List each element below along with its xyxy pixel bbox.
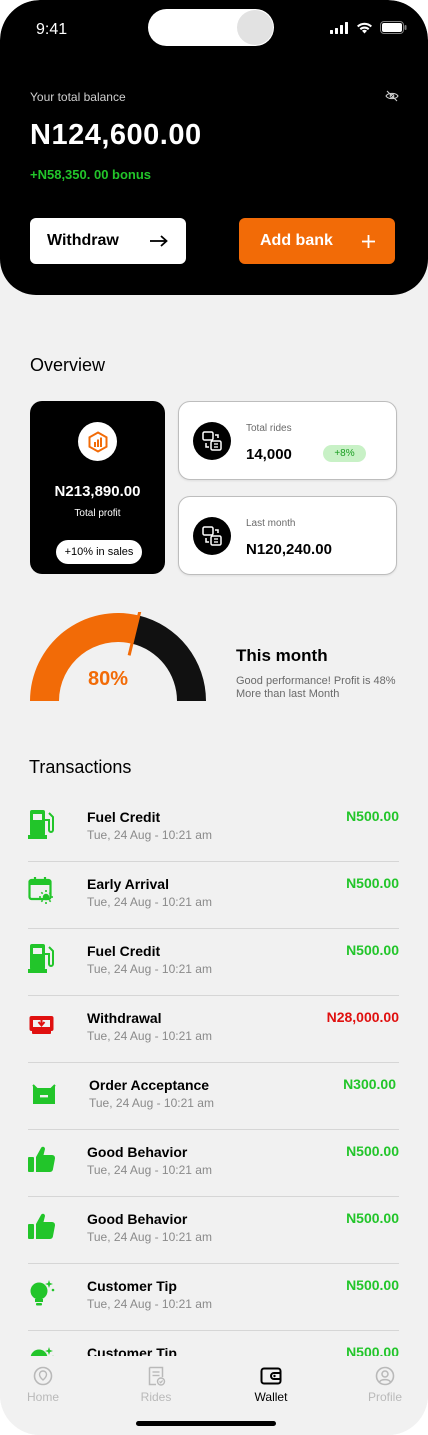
phone-screen: 9:41 Your total balance N124,600.00 +N58… (0, 0, 428, 1435)
withdraw-button[interactable]: Withdraw (30, 218, 186, 264)
status-time: 9:41 (36, 21, 68, 38)
gauge-track (131, 615, 206, 701)
last-month-label: Last month (246, 518, 296, 529)
plus-icon (362, 234, 375, 248)
home-indicator (136, 1421, 276, 1426)
transaction-date: Tue, 24 Aug - 10:21 am (87, 1230, 212, 1244)
nav-wallet-label: Wallet (254, 1390, 288, 1404)
balance-header: 9:41 Your total balance N124,600.00 +N58… (0, 0, 428, 295)
gauge-percent: 80% (88, 668, 129, 690)
rides-growth-badge: +8% (323, 445, 366, 462)
rides-icon (193, 517, 231, 555)
transaction-date: Tue, 24 Aug - 10:21 am (89, 1096, 214, 1110)
nav-home[interactable]: Home (8, 1366, 78, 1404)
transaction-amount: N500.00 (346, 1143, 399, 1159)
transactions-list: Fuel Credit Tue, 24 Aug - 10:21 am N500.00… (28, 795, 399, 1398)
total-rides-card[interactable]: Total rides 14,000 +8% (178, 401, 397, 480)
transaction-title: Fuel Credit (87, 809, 161, 825)
hide-balance-icon[interactable] (385, 90, 399, 102)
rides-icon (193, 422, 231, 460)
nav-profile-label: Profile (367, 1390, 402, 1404)
transaction-amount: N500.00 (346, 875, 399, 891)
transaction-row[interactable]: Order Acceptance Tue, 24 Aug - 10:21 am N3… (28, 1063, 399, 1130)
transaction-date: Tue, 24 Aug - 10:21 am (87, 962, 212, 976)
transaction-amount: N500.00 (346, 808, 399, 824)
add-bank-button[interactable]: Add bank (239, 218, 395, 264)
transaction-amount: N28,000.00 (326, 1009, 399, 1025)
transaction-title: Good Behavior (87, 1144, 188, 1160)
cash-out-icon (28, 1009, 56, 1041)
signal-icon (330, 21, 348, 34)
last-month-value: N120,240.00 (246, 541, 332, 558)
transaction-row[interactable]: Customer Tip Tue, 24 Aug - 10:21 am N500.0… (28, 1264, 399, 1331)
transaction-row[interactable]: Withdrawal Tue, 24 Aug - 10:21 am N28,000.… (28, 996, 399, 1063)
this-month-description: Good performance! Profit is 48% More tha… (236, 675, 396, 700)
total-rides-label: Total rides (246, 423, 292, 434)
transaction-date: Tue, 24 Aug - 10:21 am (87, 1029, 212, 1043)
transaction-title: Fuel Credit (87, 943, 161, 959)
fuel-pump-icon (28, 808, 56, 840)
transaction-amount: N300.00 (343, 1076, 396, 1092)
total-rides-value: 14,000 (246, 446, 292, 463)
wallet-icon (260, 1367, 282, 1385)
battery-icon (380, 21, 407, 34)
total-profit-value: N213,890.00 (54, 483, 141, 500)
lightbulb-icon (28, 1277, 56, 1309)
camera-dot (237, 10, 273, 45)
calendar-sun-icon (28, 875, 56, 907)
transaction-title: Good Behavior (87, 1211, 188, 1227)
dynamic-island (148, 9, 274, 46)
nav-wallet[interactable]: Wallet (236, 1366, 306, 1404)
thumbs-up-icon (28, 1143, 56, 1175)
transaction-row[interactable]: Fuel Credit Tue, 24 Aug - 10:21 am N500.00 (28, 929, 399, 996)
this-month-title: This month (236, 646, 328, 665)
transaction-amount: N500.00 (346, 942, 399, 958)
thumbs-up-icon (28, 1210, 56, 1242)
transaction-title: Early Arrival (87, 876, 169, 892)
bonus-amount: +N58,350. 00 bonus (30, 167, 152, 182)
profile-icon (375, 1366, 395, 1386)
transactions-title: Transactions (29, 757, 132, 777)
transaction-date: Tue, 24 Aug - 10:21 am (87, 828, 212, 842)
basket-icon (30, 1076, 58, 1108)
wifi-icon (357, 22, 372, 33)
transaction-row[interactable]: Fuel Credit Tue, 24 Aug - 10:21 am N500.00 (28, 795, 399, 862)
last-month-card[interactable]: Last month N120,240.00 (178, 496, 397, 575)
arrow-right-icon (150, 235, 168, 247)
nav-rides[interactable]: Rides (121, 1366, 191, 1404)
overview-title: Overview (30, 355, 106, 375)
transaction-title: Withdrawal (87, 1010, 162, 1026)
total-profit-card[interactable]: N213,890.00 Total profit +10% in sales (30, 401, 165, 574)
fuel-pump-icon (28, 942, 56, 974)
balance-amount: N124,600.00 (30, 119, 202, 151)
sales-growth-pill: +10% in sales (56, 540, 142, 564)
transaction-row[interactable]: Good Behavior Tue, 24 Aug - 10:21 am N500.… (28, 1197, 399, 1264)
nav-home-label: Home (26, 1390, 59, 1404)
withdraw-label: Withdraw (47, 232, 119, 249)
transaction-date: Tue, 24 Aug - 10:21 am (87, 1163, 212, 1177)
transaction-row[interactable]: Good Behavior Tue, 24 Aug - 10:21 am N500.… (28, 1130, 399, 1197)
nav-rides-label: Rides (140, 1390, 172, 1404)
transaction-amount: N500.00 (346, 1277, 399, 1293)
transaction-date: Tue, 24 Aug - 10:21 am (87, 895, 212, 909)
transaction-row[interactable]: Early Arrival Tue, 24 Aug - 10:21 am N500.… (28, 862, 399, 929)
balance-label: Your total balance (30, 90, 126, 104)
home-icon (33, 1366, 53, 1386)
transaction-title: Order Acceptance (89, 1077, 210, 1093)
transaction-title: Customer Tip (87, 1278, 177, 1294)
transaction-date: Tue, 24 Aug - 10:21 am (87, 1297, 212, 1311)
total-profit-label: Total profit (74, 508, 121, 519)
profit-chart-icon (78, 422, 117, 461)
nav-profile[interactable]: Profile (350, 1366, 420, 1404)
status-icons (330, 21, 407, 34)
transaction-amount: N500.00 (346, 1210, 399, 1226)
add-bank-label: Add bank (260, 232, 333, 249)
rides-receipt-icon (148, 1366, 166, 1386)
